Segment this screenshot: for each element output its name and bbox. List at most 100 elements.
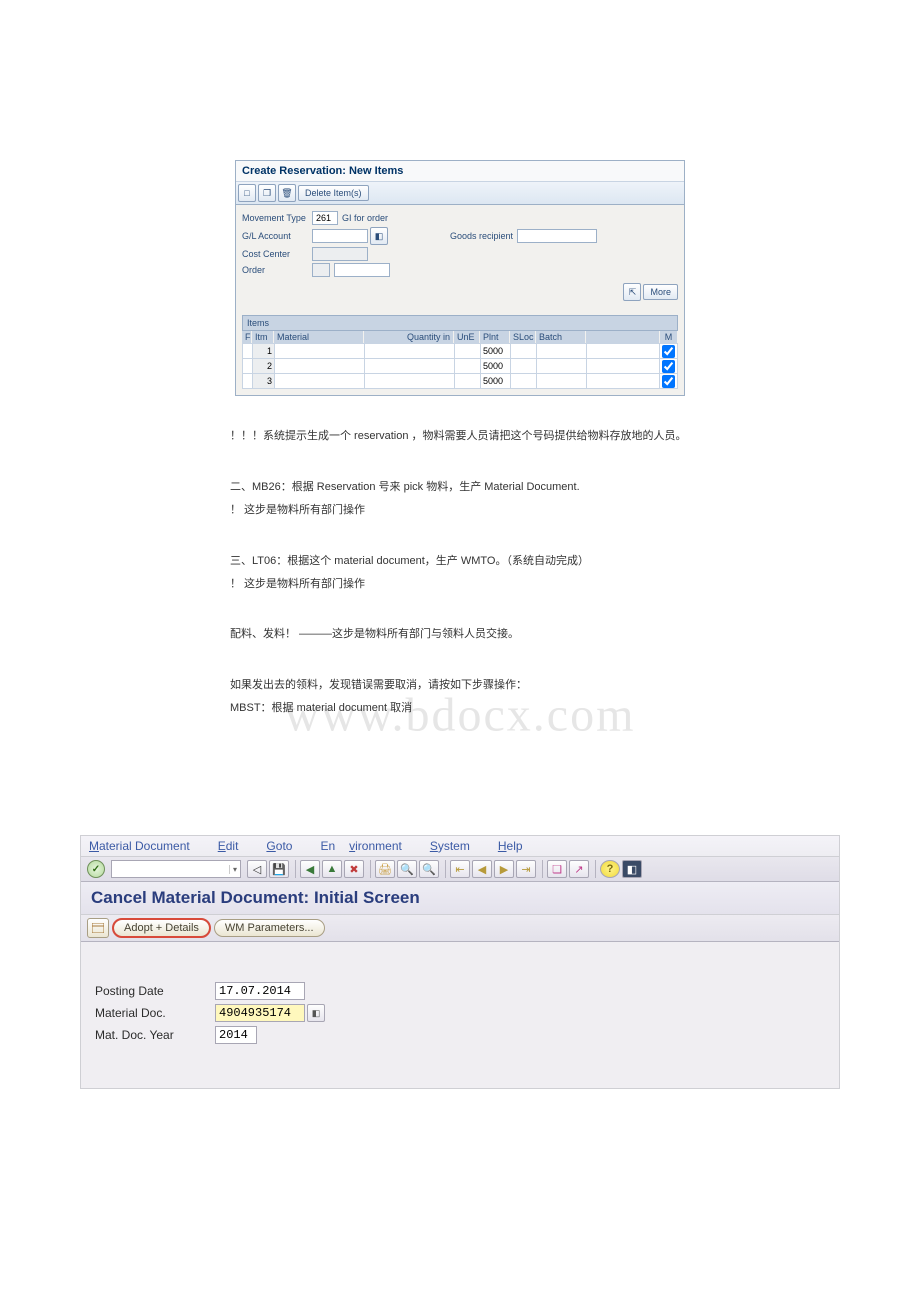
prev-page-icon[interactable]: ◀ xyxy=(472,860,492,878)
wm-parameters-button[interactable]: WM Parameters... xyxy=(214,919,325,937)
goods-recipient-label: Goods recipient xyxy=(450,231,513,241)
col-plnt: Plnt xyxy=(480,331,510,343)
plnt-cell[interactable] xyxy=(481,374,510,388)
text-line: ！ 这步是物料所有部门操作 xyxy=(230,574,690,595)
qty-cell[interactable] xyxy=(365,374,454,388)
row-num[interactable] xyxy=(253,344,274,358)
save-icon[interactable]: 💾 xyxy=(269,860,289,878)
une-cell[interactable] xyxy=(455,359,480,373)
qty-cell[interactable] xyxy=(365,344,454,358)
next-page-icon[interactable]: ▶ xyxy=(494,860,514,878)
plnt-cell[interactable] xyxy=(481,359,510,373)
row-num[interactable] xyxy=(253,374,274,388)
qty-cell[interactable] xyxy=(365,359,454,373)
print-icon[interactable]: 🖨 xyxy=(375,860,395,878)
text-line: ！ 这步是物料所有部门操作 xyxy=(230,500,690,521)
sloc-cell[interactable] xyxy=(511,359,536,373)
cost-center-input[interactable] xyxy=(312,247,368,261)
new-doc-icon[interactable]: □ xyxy=(238,184,256,202)
sloc-cell[interactable] xyxy=(511,344,536,358)
material-cell[interactable] xyxy=(275,359,364,373)
text-line: ！！！系统提示生成一个 reservation ，物料需要人员请把这个号码提供给… xyxy=(230,426,690,447)
m-checkbox[interactable] xyxy=(662,375,675,388)
order-input[interactable] xyxy=(334,263,390,277)
shortcut-icon[interactable]: ↗ xyxy=(569,860,589,878)
back-icon[interactable]: ◀ xyxy=(300,860,320,878)
une-cell[interactable] xyxy=(455,344,480,358)
cancel-icon[interactable]: ✖ xyxy=(344,860,364,878)
overview-icon[interactable] xyxy=(87,918,109,938)
back-page-icon[interactable]: ◁ xyxy=(247,860,267,878)
goods-recipient-input[interactable] xyxy=(517,229,597,243)
mat-doc-year-input[interactable] xyxy=(215,1026,257,1044)
create-reservation-window: Create Reservation: New Items □ ❐ 🗑 Dele… xyxy=(235,160,685,396)
col-material: Material xyxy=(274,331,364,343)
instructional-text: ！！！系统提示生成一个 reservation ，物料需要人员请把这个号码提供给… xyxy=(230,426,690,755)
expand-icon[interactable]: ⇱ xyxy=(623,283,641,301)
col-batch: Batch xyxy=(536,331,586,343)
items-table xyxy=(242,343,678,389)
text-line: 如果发出去的领料，发现错误需要取消，请按如下步骤操作： xyxy=(230,675,690,696)
app-toolbar: □ ❐ 🗑 Delete Item(s) xyxy=(236,182,684,205)
posting-date-input[interactable] xyxy=(215,982,305,1000)
first-page-icon[interactable]: ⇤ xyxy=(450,860,470,878)
m-checkbox[interactable] xyxy=(662,360,675,373)
table-row xyxy=(243,359,678,374)
adopt-details-button[interactable]: Adopt + Details xyxy=(113,919,210,937)
exit-icon[interactable]: ▲ xyxy=(322,860,342,878)
find-next-icon[interactable]: 🔍 xyxy=(419,860,439,878)
col-itm: Itm xyxy=(252,331,274,343)
m-checkbox[interactable] xyxy=(662,345,675,358)
menu-bar: Material Document Edit Goto Environment … xyxy=(81,836,839,857)
order-indicator[interactable] xyxy=(312,263,330,277)
gl-account-label: G/L Account xyxy=(242,231,312,241)
form-body: Posting Date Material Doc. ◧ Mat. Doc. Y… xyxy=(81,942,839,1088)
text-line: MBST：根据 material document 取消 xyxy=(230,698,690,719)
material-doc-input[interactable] xyxy=(215,1004,305,1022)
batch-cell[interactable] xyxy=(537,344,586,358)
command-field[interactable] xyxy=(111,860,241,878)
batch-cell[interactable] xyxy=(537,359,586,373)
text-line: 三、LT06：根据这个 material document，生产 WMTO。（系… xyxy=(230,551,690,572)
material-cell[interactable] xyxy=(275,344,364,358)
menu-environment[interactable]: Environment xyxy=(320,839,415,853)
delete-icon[interactable]: 🗑 xyxy=(278,184,296,202)
help-icon[interactable]: ? xyxy=(600,860,620,878)
order-label: Order xyxy=(242,265,312,275)
menu-goto[interactable]: Goto xyxy=(266,839,306,853)
menu-system[interactable]: System xyxy=(430,839,484,853)
col-m: M xyxy=(660,331,678,343)
text-line: 配料、发料！ ———这步是物料所有部门与领料人员交接。 xyxy=(230,624,690,645)
col-sloc: SLoc xyxy=(510,331,536,343)
delete-items-button[interactable]: Delete Item(s) xyxy=(298,185,369,201)
col-qty: Quantity in xyxy=(364,331,454,343)
items-panel-header: Items xyxy=(242,315,678,331)
row-num[interactable] xyxy=(253,359,274,373)
cancel-material-doc-window: Material Document Edit Goto Environment … xyxy=(80,835,840,1089)
une-cell[interactable] xyxy=(455,374,480,388)
layout-icon[interactable]: ◧ xyxy=(622,860,642,878)
movement-type-label: Movement Type xyxy=(242,213,312,223)
last-page-icon[interactable]: ⇥ xyxy=(516,860,536,878)
sloc-cell[interactable] xyxy=(511,374,536,388)
plnt-cell[interactable] xyxy=(481,344,510,358)
more-button[interactable]: More xyxy=(643,284,678,300)
gl-account-input[interactable] xyxy=(312,229,368,243)
f4-help-icon[interactable]: ◧ xyxy=(370,227,388,245)
material-doc-label: Material Doc. xyxy=(95,1006,215,1020)
enter-icon[interactable]: ✓ xyxy=(87,860,105,878)
menu-material-document[interactable]: Material Document xyxy=(89,839,204,853)
material-cell[interactable] xyxy=(275,374,364,388)
table-row xyxy=(243,344,678,359)
batch-cell[interactable] xyxy=(537,374,586,388)
f4-help-icon[interactable]: ◧ xyxy=(307,1004,325,1022)
copy-icon[interactable]: ❐ xyxy=(258,184,276,202)
standard-toolbar: ✓ ◁ 💾 ◀ ▲ ✖ 🖨 🔍 🔍 ⇤ ◀ ▶ ⇥ ❏ ↗ ? ◧ xyxy=(81,857,839,882)
menu-help[interactable]: Help xyxy=(498,839,537,853)
find-icon[interactable]: 🔍 xyxy=(397,860,417,878)
application-toolbar: Adopt + Details WM Parameters... xyxy=(81,915,839,942)
menu-edit[interactable]: Edit xyxy=(218,839,253,853)
new-session-icon[interactable]: ❏ xyxy=(547,860,567,878)
items-column-header: F Itm Material Quantity in UnE Plnt SLoc… xyxy=(242,331,678,343)
movement-type-input[interactable] xyxy=(312,211,338,225)
